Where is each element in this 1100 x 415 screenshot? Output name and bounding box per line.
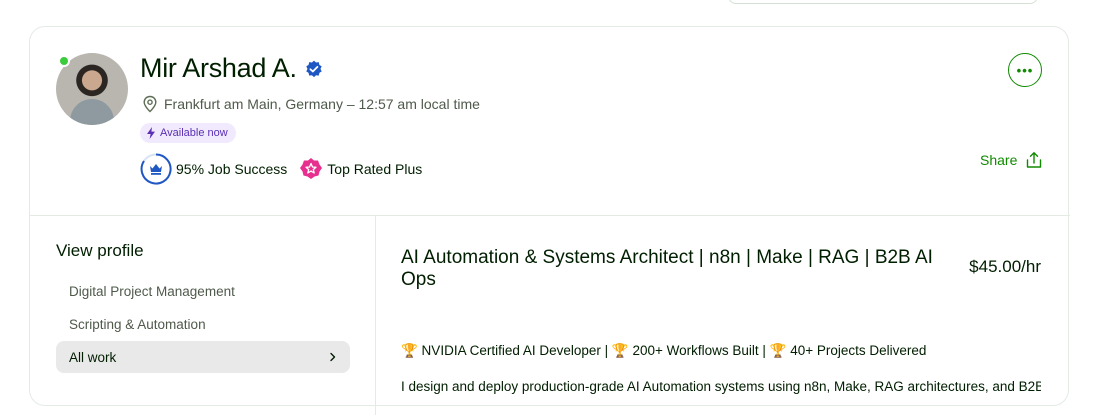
sidebar-item-all-work[interactable]: All work: [56, 341, 350, 373]
avatar: [56, 53, 128, 125]
column-divider: [375, 215, 376, 415]
share-button[interactable]: Share: [980, 151, 1043, 169]
online-status-indicator: [58, 55, 70, 67]
location-pin-icon: [143, 95, 157, 113]
sidebar-item-scripting-automation[interactable]: Scripting & Automation: [56, 308, 350, 340]
profile-title: AI Automation & Systems Architect | n8n …: [401, 247, 933, 290]
hourly-rate: $45.00/hr: [969, 257, 1041, 276]
share-icon: [1027, 152, 1042, 168]
description-text: I design and deploy production-grade AI …: [401, 379, 1041, 394]
availability-badge: Available now: [140, 123, 236, 143]
profile-name: Mir Arshad A.: [140, 53, 297, 83]
verified-badge-icon: [305, 60, 322, 77]
sidebar-item-digital-project-management[interactable]: Digital Project Management: [56, 275, 350, 307]
sidebar-heading: View profile: [56, 241, 144, 260]
sidebar-item-label: All work: [69, 349, 117, 365]
chevron-right-icon: [330, 352, 336, 362]
share-label: Share: [980, 152, 1018, 168]
job-success-icon: [140, 153, 172, 185]
name-row: Mir Arshad A.: [140, 53, 323, 84]
profile-sidebar: View profile Digital Project Management …: [56, 241, 350, 374]
sidebar-item-label: Scripting & Automation: [69, 316, 206, 332]
more-options-button[interactable]: •••: [1008, 53, 1042, 87]
bolt-icon: [147, 127, 155, 139]
more-icon: •••: [1016, 62, 1034, 78]
availability-label: Available now: [160, 127, 228, 139]
profile-card: Mir Arshad A. Frankfurt am Main, Germany…: [29, 26, 1070, 415]
location-row: Frankfurt am Main, Germany – 12:57 am lo…: [142, 95, 480, 113]
top-rated-plus-label: Top Rated Plus: [327, 161, 423, 177]
location-text: Frankfurt am Main, Germany – 12:57 am lo…: [164, 96, 480, 112]
job-success-label: 95% Job Success: [176, 161, 288, 177]
sidebar-item-label: Digital Project Management: [69, 283, 235, 299]
top-rated-plus-icon: [300, 158, 323, 179]
job-success-badge[interactable]: 95% Job Success: [140, 153, 287, 185]
title-row: AI Automation & Systems Architect | n8n …: [401, 247, 1041, 291]
top-rated-plus-badge[interactable]: Top Rated Plus: [299, 157, 422, 181]
search-bar[interactable]: [728, 0, 1038, 4]
highlights-line: 🏆 NVIDIA Certified AI Developer | 🏆 200+…: [401, 343, 927, 358]
profile-main: AI Automation & Systems Architect | n8n …: [401, 247, 1041, 394]
section-divider: [30, 215, 1070, 216]
badges-row: 95% Job Success Top Rated Plus: [140, 153, 422, 185]
